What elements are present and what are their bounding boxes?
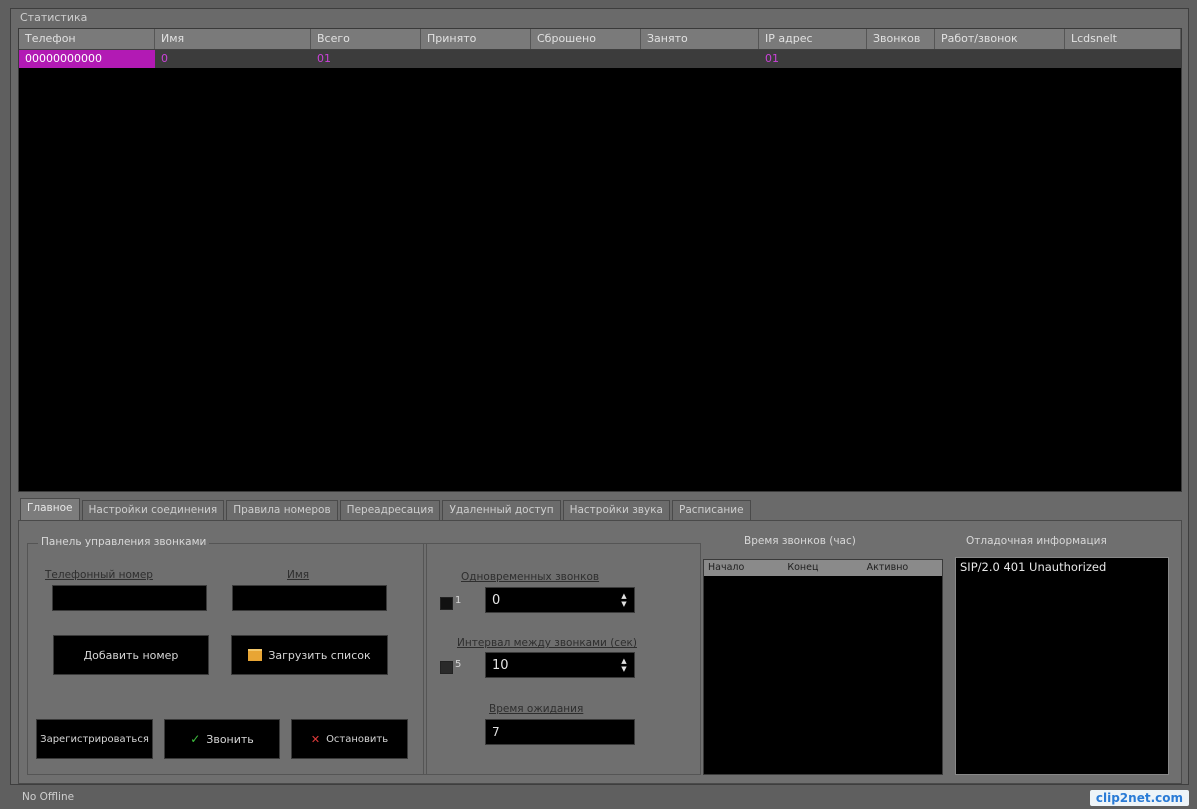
cell-name: 0 xyxy=(161,52,168,65)
tab-bar: Главное Настройки соединения Правила ном… xyxy=(20,498,753,520)
check-icon: ✓ xyxy=(190,732,201,746)
status-text: No Offline xyxy=(22,791,75,803)
table-header: Телефон Имя Всего Принято Сброшено Занят… xyxy=(19,29,1181,50)
concurrent-calls-checkbox[interactable] xyxy=(440,597,453,610)
call-time-list-header: Начало Конец Активно xyxy=(704,560,942,576)
col-extra[interactable]: Lcdsnelt xyxy=(1065,29,1181,49)
debug-title: Отладочная информация xyxy=(963,535,1110,547)
tab-main[interactable]: Главное xyxy=(20,498,80,520)
col-dropped[interactable]: Сброшено xyxy=(531,29,641,49)
stepper-arrows-icon[interactable]: ▲ ▼ xyxy=(618,657,630,673)
cell-busy xyxy=(641,50,759,68)
concurrent-calls-check-label: 1 xyxy=(455,595,462,606)
stepper-arrows-icon[interactable]: ▲ ▼ xyxy=(618,592,630,608)
tab-remote-access[interactable]: Удаленный доступ xyxy=(442,500,561,520)
tab-schedule[interactable]: Расписание xyxy=(671,500,751,520)
col-start[interactable]: Начало xyxy=(704,560,783,576)
col-name[interactable]: Имя xyxy=(155,29,311,49)
stop-label: Остановить xyxy=(326,733,389,745)
cell-phone: 00000000000 xyxy=(19,50,155,68)
col-ip[interactable]: IP адрес xyxy=(759,29,867,49)
timeout-input[interactable]: 7 xyxy=(485,719,635,745)
interval-value: 10 xyxy=(492,657,509,673)
watermark-logo: clip2net.com xyxy=(1089,790,1189,806)
add-number-button[interactable]: Добавить номер xyxy=(53,635,209,675)
call-button[interactable]: ✓ Звонить xyxy=(164,719,280,759)
col-busy[interactable]: Занято xyxy=(641,29,759,49)
concurrent-calls-value: 0 xyxy=(492,592,501,608)
folder-icon xyxy=(248,649,263,661)
timeout-label: Время ожидания xyxy=(489,703,584,715)
stop-icon: ✕ xyxy=(310,732,321,746)
statistics-table: Телефон Имя Всего Принято Сброшено Занят… xyxy=(18,28,1182,492)
phone-label: Телефонный номер xyxy=(45,569,153,581)
concurrent-calls-label: Одновременных звонков xyxy=(461,571,600,583)
table-row[interactable]: 00000000000 0 01 01 xyxy=(19,50,1181,68)
tab-number-rules[interactable]: Правила номеров xyxy=(226,500,338,520)
stop-button[interactable]: ✕ Остановить xyxy=(291,719,408,759)
col-work-call[interactable]: Работ/звонок xyxy=(935,29,1065,49)
name-input[interactable] xyxy=(232,585,387,611)
debug-log-line: SIP/2.0 401 Unauthorized xyxy=(960,560,1107,574)
cell-accepted xyxy=(421,50,531,68)
interval-check-label: 5 xyxy=(455,659,462,670)
register-label: Зарегистрироваться xyxy=(40,733,149,745)
tab-sound-settings[interactable]: Настройки звука xyxy=(562,500,670,520)
col-accepted[interactable]: Принято xyxy=(421,29,531,49)
interval-checkbox[interactable] xyxy=(440,661,453,674)
add-number-label: Добавить номер xyxy=(83,648,179,662)
concurrent-calls-stepper[interactable]: 0 ▲ ▼ xyxy=(485,587,635,613)
col-total[interactable]: Всего xyxy=(311,29,421,49)
register-button[interactable]: Зарегистрироваться xyxy=(36,719,153,759)
call-control-title: Панель управления звонками xyxy=(38,536,210,548)
cell-dropped xyxy=(531,50,641,68)
name-label: Имя xyxy=(287,569,310,581)
phone-input[interactable] xyxy=(52,585,207,611)
col-calls[interactable]: Звонков xyxy=(867,29,935,49)
cell-extra xyxy=(1065,50,1181,68)
call-label: Звонить xyxy=(206,732,254,746)
debug-log[interactable]: SIP/2.0 401 Unauthorized xyxy=(955,557,1169,775)
cell-calls xyxy=(867,50,935,68)
status-bar: No Offline xyxy=(10,787,1187,807)
load-list-label: Загрузить список xyxy=(268,648,371,662)
cell-work-call xyxy=(935,50,1065,68)
tab-connection-settings[interactable]: Настройки соединения xyxy=(81,500,225,520)
col-active[interactable]: Активно xyxy=(863,560,942,576)
interval-label: Интервал между звонками (сек) xyxy=(457,637,637,649)
interval-stepper[interactable]: 10 ▲ ▼ xyxy=(485,652,635,678)
col-phone[interactable]: Телефон xyxy=(19,29,155,49)
tab-forwarding[interactable]: Переадресация xyxy=(339,500,441,520)
col-end[interactable]: Конец xyxy=(783,560,862,576)
main-tab-panel: Панель управления звонками Телефонный но… xyxy=(18,520,1182,784)
cell-total: 01 xyxy=(317,52,331,65)
call-time-list[interactable]: Начало Конец Активно xyxy=(703,559,943,775)
call-time-title: Время звонков (час) xyxy=(741,535,859,547)
load-list-button[interactable]: Загрузить список xyxy=(231,635,388,675)
cell-ip: 01 xyxy=(765,52,779,65)
statistics-title: Статистика xyxy=(20,11,88,24)
